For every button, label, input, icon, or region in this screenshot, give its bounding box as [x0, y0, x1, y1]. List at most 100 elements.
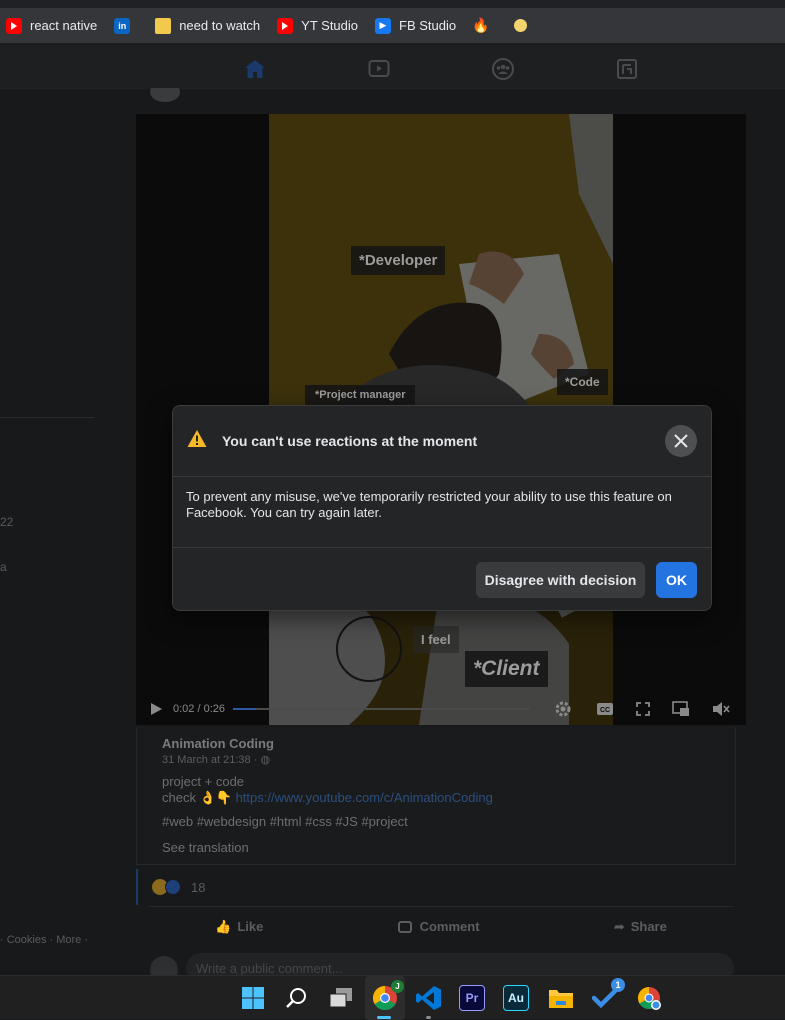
post-text-line: check 👌👇 [162, 790, 232, 805]
premiere-button[interactable]: Pr [459, 985, 485, 1011]
bookmark-fb-studio[interactable]: ▶ FB Studio [375, 17, 457, 34]
post-meta: 31 March at 21:38 · [162, 754, 258, 766]
globe-icon: ◍ [260, 754, 271, 766]
post-author[interactable]: Animation Coding [162, 736, 735, 752]
video-progress-bar[interactable] [233, 707, 530, 710]
video-caption-client: *Client [465, 651, 548, 687]
windows-taskbar: J Pr Au 1 [0, 975, 785, 1020]
comment-placeholder: Write a public comment... [196, 961, 343, 976]
groups-icon[interactable] [491, 57, 515, 81]
share-button[interactable]: ➦ Share [614, 919, 667, 935]
tinder-icon: 🔥 [472, 17, 490, 33]
settings-gear-icon[interactable] [554, 700, 572, 718]
folder-icon [155, 17, 172, 34]
like-label: Like [237, 919, 264, 934]
chrome-profile-button[interactable] [635, 984, 663, 1012]
file-explorer-button[interactable] [547, 984, 575, 1012]
dialog-title: You can't use reactions at the moment [222, 433, 478, 449]
sidebar-fragment: 22 [0, 515, 14, 529]
like-reaction-icon [165, 879, 181, 895]
emoji-icon [514, 19, 528, 32]
audition-button[interactable]: Au [503, 985, 529, 1011]
post-actions: 👍 Like Comment ➦ Share [148, 906, 734, 946]
fb-studio-icon: ▶ [375, 17, 392, 34]
bookmark-emoji[interactable] [514, 19, 535, 32]
sidebar-divider [0, 417, 94, 418]
gaming-icon[interactable] [615, 57, 639, 81]
warning-icon [187, 430, 207, 447]
youtube-icon [277, 17, 294, 34]
share-arrow-icon: ➦ [613, 918, 625, 934]
chrome-icon [638, 987, 661, 1010]
comment-button[interactable]: Comment [397, 919, 480, 934]
video-progress-fill [233, 707, 256, 710]
bookmark-label: react native [30, 18, 98, 33]
profile-badge: J [391, 980, 404, 993]
folder-icon [549, 990, 573, 1008]
vscode-button[interactable] [415, 984, 443, 1012]
bookmark-linkedin[interactable]: in [114, 17, 138, 34]
share-label: Share [630, 919, 667, 934]
fullscreen-icon[interactable] [636, 701, 650, 716]
bookmark-yt-studio[interactable]: YT Studio [277, 17, 359, 34]
sidebar-fragment: a [0, 560, 7, 574]
chrome-button[interactable]: J [371, 980, 404, 1012]
task-view-button[interactable] [327, 984, 355, 1012]
captions-icon[interactable]: CC [596, 702, 614, 716]
home-icon[interactable] [243, 57, 267, 81]
sidebar-footer-links[interactable]: · Cookies · More · [0, 934, 88, 946]
linkedin-icon: in [114, 17, 131, 34]
thumbs-up-icon: 👍 [215, 918, 232, 934]
bookmark-label: YT Studio [301, 18, 359, 33]
post-text-line: project + code [162, 774, 245, 789]
reactions-summary[interactable]: 18 [136, 869, 736, 905]
facebook-top-nav [0, 45, 785, 91]
post-header [136, 88, 746, 116]
watch-icon[interactable] [367, 57, 391, 81]
bookmark-need-to-watch[interactable]: need to watch [155, 17, 261, 34]
browser-top-strip [0, 0, 785, 8]
start-button[interactable] [239, 984, 267, 1012]
close-icon [674, 434, 688, 448]
ok-button[interactable]: OK [656, 562, 697, 598]
video-caption-project-manager: *Project manager [305, 385, 416, 405]
video-time: 0:02 / 0:26 [173, 702, 225, 715]
comment-label: Comment [419, 919, 480, 934]
bookmark-label: FB Studio [399, 18, 457, 33]
post-caption: Animation Coding 31 March at 21:38 · ◍ p… [136, 727, 736, 865]
picture-in-picture-icon[interactable] [672, 700, 690, 717]
disagree-button[interactable]: Disagree with decision [476, 562, 645, 598]
search-icon [286, 988, 306, 1008]
task-view-icon [329, 988, 352, 1008]
like-button[interactable]: 👍 Like [215, 919, 263, 935]
post-link[interactable]: https://www.youtube.com/c/AnimationCodin… [236, 790, 493, 805]
todo-button[interactable]: 1 [591, 978, 625, 1012]
reaction-count: 18 [191, 879, 206, 895]
post-hashtags[interactable]: #web #webdesign #html #css #JS #project [162, 814, 735, 830]
video-caption-developer: *Developer [351, 246, 446, 275]
video-caption-code: *Code [557, 369, 608, 395]
bookmark-react-native[interactable]: react native [6, 17, 98, 34]
premiere-icon-label: Pr [465, 991, 479, 1005]
youtube-icon [6, 17, 22, 34]
bookmark-label: need to watch [179, 18, 261, 33]
audition-icon-label: Au [508, 991, 524, 1005]
mute-icon[interactable] [712, 701, 730, 717]
bookmark-tinder[interactable]: 🔥 [472, 17, 497, 34]
see-translation-link[interactable]: See translation [162, 840, 735, 856]
notification-badge: 1 [611, 978, 625, 992]
dialog-divider [173, 547, 711, 548]
bookmarks-bar: react native in need to watch YT Studio … [0, 8, 785, 44]
play-icon[interactable] [149, 702, 163, 716]
dialog-header: You can't use reactions at the moment [173, 406, 711, 477]
svg-text:CC: CC [600, 707, 610, 714]
search-button[interactable] [283, 984, 311, 1012]
video-controls: 0:02 / 0:26 CC [136, 692, 746, 725]
video-caption-i-feel: I feel [413, 626, 459, 653]
close-button[interactable] [665, 425, 697, 457]
page-avatar[interactable] [150, 88, 180, 102]
vscode-icon [416, 986, 441, 1010]
comment-bubble-icon [397, 920, 412, 933]
windows-logo-icon [242, 987, 264, 1009]
dialog-message: To prevent any misuse, we've temporarily… [186, 489, 672, 520]
